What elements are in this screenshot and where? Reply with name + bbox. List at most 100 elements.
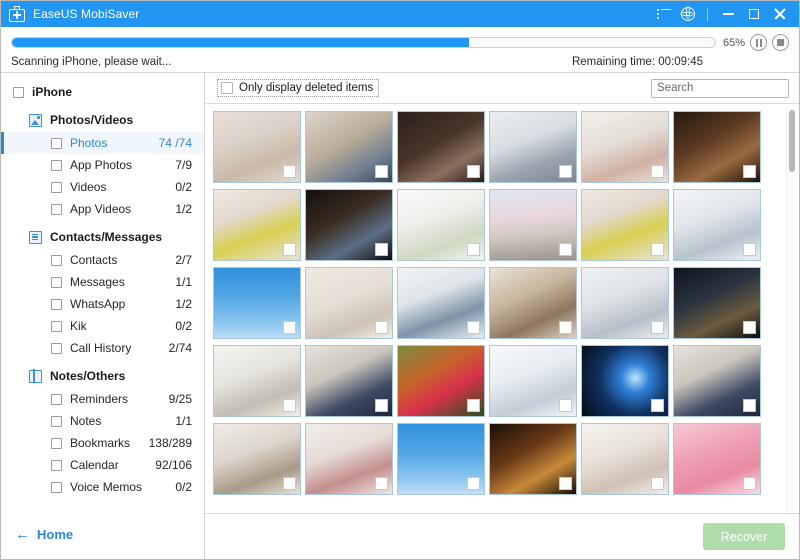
checkbox-voice-memos[interactable] <box>51 481 62 493</box>
home-link[interactable]: ← Home <box>1 509 204 559</box>
thumbnail-checkbox[interactable] <box>651 165 664 178</box>
sidebar-item-messages[interactable]: Messages 1/1 <box>1 271 204 293</box>
thumbnail-tile[interactable] <box>581 267 669 339</box>
sidebar-item-app-photos[interactable]: App Photos 7/9 <box>1 154 204 176</box>
sidebar-group-notes-others[interactable]: Notes/Others <box>1 364 204 388</box>
sidebar-item-videos[interactable]: Videos 0/2 <box>1 176 204 198</box>
thumbnail-tile[interactable] <box>673 423 761 495</box>
menu-button[interactable] <box>652 3 676 25</box>
thumbnail-tile[interactable] <box>673 189 761 261</box>
thumbnail-checkbox[interactable] <box>559 243 572 256</box>
thumbnail-tile[interactable] <box>397 423 485 495</box>
thumbnail-checkbox[interactable] <box>559 399 572 412</box>
thumbnail-tile[interactable] <box>397 267 485 339</box>
thumbnail-checkbox[interactable] <box>743 399 756 412</box>
sidebar-item-kik[interactable]: Kik 0/2 <box>1 315 204 337</box>
sidebar-group-photos-videos[interactable]: Photos/Videos <box>1 108 204 132</box>
thumbnail-checkbox[interactable] <box>559 321 572 334</box>
grid-scrollbar-thumb[interactable] <box>788 110 795 172</box>
thumbnail-tile[interactable] <box>581 345 669 417</box>
thumbnail-checkbox[interactable] <box>375 243 388 256</box>
checkbox-only-deleted[interactable] <box>221 82 233 94</box>
thumbnail-checkbox[interactable] <box>651 321 664 334</box>
thumbnail-checkbox[interactable] <box>743 477 756 490</box>
minimize-button[interactable] <box>715 3 741 25</box>
checkbox-videos[interactable] <box>51 181 62 193</box>
thumbnail-checkbox[interactable] <box>651 399 664 412</box>
sidebar-item-iphone[interactable]: iPhone <box>1 81 204 103</box>
thumbnail-tile[interactable] <box>213 345 301 417</box>
checkbox-calendar[interactable] <box>51 459 62 471</box>
checkbox-kik[interactable] <box>51 320 62 332</box>
thumbnail-tile[interactable] <box>305 267 393 339</box>
thumbnail-checkbox[interactable] <box>651 243 664 256</box>
thumbnail-tile[interactable] <box>581 111 669 183</box>
sidebar-item-app-videos[interactable]: App Videos 1/2 <box>1 198 204 220</box>
thumbnail-checkbox[interactable] <box>743 243 756 256</box>
only-deleted-checkbox[interactable]: Only display deleted items <box>217 79 380 97</box>
thumbnail-tile[interactable] <box>305 111 393 183</box>
thumbnail-checkbox[interactable] <box>467 321 480 334</box>
checkbox-photos[interactable] <box>51 137 62 149</box>
sidebar-group-contacts-messages[interactable]: Contacts/Messages <box>1 225 204 249</box>
thumbnail-tile[interactable] <box>305 189 393 261</box>
maximize-button[interactable] <box>741 3 767 25</box>
checkbox-messages[interactable] <box>51 276 62 288</box>
thumbnail-checkbox[interactable] <box>559 165 572 178</box>
thumbnail-checkbox[interactable] <box>467 165 480 178</box>
sidebar-item-bookmarks[interactable]: Bookmarks 138/289 <box>1 432 204 454</box>
thumbnail-tile[interactable] <box>213 189 301 261</box>
checkbox-app-photos[interactable] <box>51 159 62 171</box>
thumbnail-tile[interactable] <box>489 189 577 261</box>
thumbnail-checkbox[interactable] <box>283 243 296 256</box>
thumbnail-tile[interactable] <box>397 111 485 183</box>
sidebar-item-calendar[interactable]: Calendar 92/106 <box>1 454 204 476</box>
thumbnail-tile[interactable] <box>305 423 393 495</box>
checkbox-iphone[interactable] <box>13 86 24 98</box>
checkbox-call-history[interactable] <box>51 342 62 354</box>
checkbox-bookmarks[interactable] <box>51 437 62 449</box>
sidebar-item-contacts[interactable]: Contacts 2/7 <box>1 249 204 271</box>
thumbnail-checkbox[interactable] <box>743 321 756 334</box>
stop-scan-button[interactable] <box>772 34 789 51</box>
thumbnail-tile[interactable] <box>581 423 669 495</box>
thumbnail-tile[interactable] <box>213 111 301 183</box>
thumbnail-tile[interactable] <box>397 189 485 261</box>
checkbox-reminders[interactable] <box>51 393 62 405</box>
thumbnail-tile[interactable] <box>673 345 761 417</box>
checkbox-whatsapp[interactable] <box>51 298 62 310</box>
sidebar-item-notes[interactable]: Notes 1/1 <box>1 410 204 432</box>
thumbnail-tile[interactable] <box>673 267 761 339</box>
thumbnail-checkbox[interactable] <box>375 165 388 178</box>
thumbnail-checkbox[interactable] <box>283 477 296 490</box>
thumbnail-tile[interactable] <box>489 345 577 417</box>
thumbnail-checkbox[interactable] <box>283 165 296 178</box>
thumbnail-checkbox[interactable] <box>283 399 296 412</box>
thumbnail-tile[interactable] <box>397 345 485 417</box>
thumbnail-checkbox[interactable] <box>467 243 480 256</box>
thumbnail-checkbox[interactable] <box>467 399 480 412</box>
sidebar-item-photos[interactable]: Photos 74 /74 <box>1 132 204 154</box>
thumbnail-tile[interactable] <box>305 345 393 417</box>
sidebar-item-reminders[interactable]: Reminders 9/25 <box>1 388 204 410</box>
thumbnail-tile[interactable] <box>213 267 301 339</box>
checkbox-contacts[interactable] <box>51 254 62 266</box>
thumbnail-checkbox[interactable] <box>375 399 388 412</box>
thumbnail-tile[interactable] <box>489 111 577 183</box>
thumbnail-checkbox[interactable] <box>559 477 572 490</box>
help-button[interactable] <box>676 3 700 25</box>
pause-scan-button[interactable] <box>750 34 767 51</box>
thumbnail-checkbox[interactable] <box>375 321 388 334</box>
thumbnail-checkbox[interactable] <box>743 165 756 178</box>
checkbox-app-videos[interactable] <box>51 203 62 215</box>
thumbnail-tile[interactable] <box>489 423 577 495</box>
sidebar-item-voice-memos[interactable]: Voice Memos 0/2 <box>1 476 204 498</box>
checkbox-notes[interactable] <box>51 415 62 427</box>
thumbnail-checkbox[interactable] <box>467 477 480 490</box>
search-input[interactable] <box>657 82 783 94</box>
thumbnail-checkbox[interactable] <box>375 477 388 490</box>
recover-button[interactable]: Recover <box>703 523 785 550</box>
grid-scrollbar[interactable] <box>786 108 795 509</box>
search-box[interactable] <box>651 78 789 98</box>
thumbnail-tile[interactable] <box>213 423 301 495</box>
